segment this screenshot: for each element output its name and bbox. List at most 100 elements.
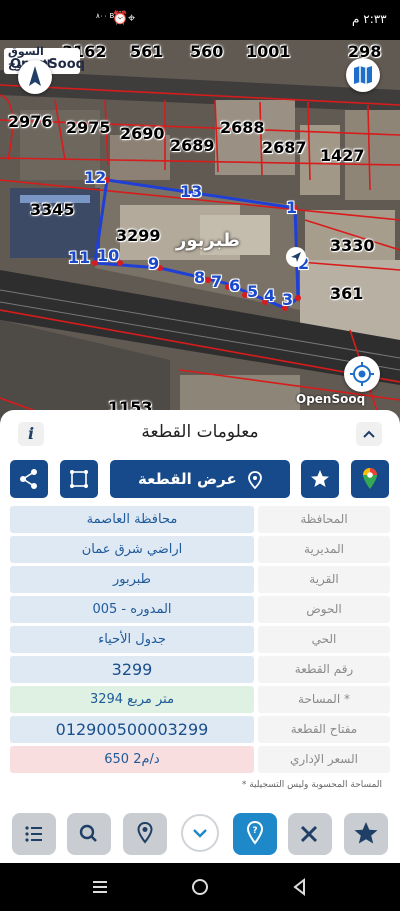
parcel-label[interactable]: 2690	[120, 124, 165, 143]
map-view[interactable]: 3162 561 560 1001 298 2976 2975 2690 268…	[0, 40, 400, 420]
row-value: المدوره - 005	[10, 596, 254, 623]
row-key: القرية	[258, 566, 390, 593]
parcel-label[interactable]: 3330	[330, 236, 375, 255]
svg-text:?: ?	[252, 826, 257, 836]
map-watermark: OpenSooq	[296, 392, 366, 406]
crop-frame-icon	[70, 470, 88, 488]
parcel-info-sheet: i معلومات القطعة عرض القطعة محافظة العاص…	[0, 410, 400, 805]
location-question-icon: ?	[246, 820, 264, 845]
parcel-label[interactable]: 3345	[30, 200, 75, 219]
vertex-label: 13	[180, 182, 203, 201]
info-row-directorate: اراضي شرق عمان المديرية	[10, 536, 390, 563]
chevron-up-icon	[363, 430, 375, 438]
info-row-plot-number: 3299 رقم القطعة	[10, 656, 390, 683]
row-value: طبربور	[10, 566, 254, 593]
expand-toggle-button[interactable]	[181, 814, 219, 852]
search-button[interactable]	[67, 813, 111, 855]
share-button[interactable]	[10, 460, 48, 498]
location-marker[interactable]	[286, 247, 306, 267]
location-arrow-icon	[291, 252, 301, 262]
vertex-label: 3	[282, 290, 294, 309]
back-triangle-icon	[293, 877, 305, 897]
favorites-button[interactable]	[344, 813, 388, 855]
info-row-village: طبربور القرية	[10, 566, 390, 593]
map-icon	[354, 66, 372, 84]
vertex-label: 11	[68, 248, 91, 267]
parcel-label[interactable]: 2976	[8, 112, 53, 131]
parcel-label[interactable]: 2689	[170, 136, 215, 155]
home-circle-icon	[192, 879, 208, 895]
parcel-label[interactable]: 3299	[116, 226, 161, 245]
bottom-toolbar: ?	[0, 805, 400, 863]
compass-icon	[29, 66, 41, 86]
view-plot-button[interactable]: عرض القطعة	[110, 460, 290, 498]
back-button[interactable]	[290, 877, 310, 897]
favorite-button[interactable]	[301, 460, 339, 498]
collapse-button[interactable]	[356, 422, 382, 446]
recent-apps-button[interactable]	[90, 877, 110, 897]
status-time: ٢:٣٣ م	[352, 12, 387, 26]
row-key: الحي	[258, 626, 390, 653]
area-footnote: * المساحة المحسوبة وليس التسجيلية	[241, 780, 382, 790]
parcel-label[interactable]: 361	[330, 284, 363, 303]
compass-button[interactable]	[18, 60, 52, 94]
chevron-down-icon	[193, 829, 207, 838]
row-value: 3299	[10, 656, 254, 683]
vertex-label: 6	[229, 276, 241, 295]
row-value: محافظة العاصمة	[10, 506, 254, 533]
share-icon	[20, 469, 37, 489]
row-key: المساحة *	[258, 686, 390, 713]
home-button[interactable]	[190, 877, 210, 897]
status-bar: ٢:٣٣ م ٨٠٠ B/S ⏰ ⌖	[0, 0, 400, 40]
row-key: الحوض	[258, 596, 390, 623]
location-status-icon: ⌖	[128, 11, 136, 26]
vertex-label: 8	[194, 268, 206, 287]
system-navigation-bar	[0, 863, 400, 911]
vertex-label: 4	[264, 286, 276, 305]
plot-info-button[interactable]: ?	[233, 813, 277, 855]
search-icon	[79, 824, 97, 842]
select-area-button[interactable]	[60, 460, 98, 498]
location-pin-icon	[248, 460, 262, 498]
info-row-area: 3294 متر مربع المساحة *	[10, 686, 390, 713]
vertex-label: 9	[148, 254, 160, 273]
my-location-button[interactable]	[344, 356, 380, 392]
vertex-label: 7	[211, 272, 223, 291]
list-button[interactable]	[12, 813, 56, 855]
info-row-neighborhood: جدول الأحياء الحي	[10, 626, 390, 653]
google-maps-button[interactable]	[351, 460, 389, 498]
menu-lines-icon	[93, 881, 107, 893]
vertex-label: 12	[84, 168, 107, 187]
vertex-label: 10	[97, 246, 120, 265]
place-marker-button[interactable]	[123, 813, 167, 855]
parcel-label[interactable]: 560	[190, 42, 223, 61]
google-maps-pin-icon	[363, 468, 377, 489]
parcel-label[interactable]: 1427	[320, 146, 365, 165]
parcel-label[interactable]: 2975	[66, 118, 111, 137]
measure-tool-button[interactable]	[288, 813, 332, 855]
list-icon	[25, 826, 42, 842]
star-icon	[354, 822, 378, 844]
vertex-label: 1	[286, 198, 298, 217]
star-icon	[311, 470, 329, 487]
view-plot-label: عرض القطعة	[138, 470, 237, 488]
map-pin-icon	[137, 821, 153, 844]
map-layers-button[interactable]	[346, 58, 380, 92]
parcel-label[interactable]: 2688	[220, 118, 265, 137]
row-key: المحافظة	[258, 506, 390, 533]
parcel-label[interactable]: 561	[130, 42, 163, 61]
row-value: 012900500003299	[10, 716, 254, 743]
sheet-title: معلومات القطعة	[141, 422, 259, 442]
row-key: المديرية	[258, 536, 390, 563]
info-row-plot-key: 012900500003299 مفتاح القطعة	[10, 716, 390, 743]
row-key: مفتاح القطعة	[258, 716, 390, 743]
row-value: 3294 متر مربع	[10, 686, 254, 713]
row-value: 650 د/م2	[10, 746, 254, 773]
vertex-label: 5	[247, 282, 259, 301]
info-row-governorate: محافظة العاصمة المحافظة	[10, 506, 390, 533]
parcel-label[interactable]: 1001	[246, 42, 291, 61]
parcel-label[interactable]: 2687	[262, 138, 307, 157]
row-key: السعر الإداري	[258, 746, 390, 773]
alarm-icon: ⏰	[112, 11, 129, 26]
info-button[interactable]: i	[18, 422, 44, 446]
